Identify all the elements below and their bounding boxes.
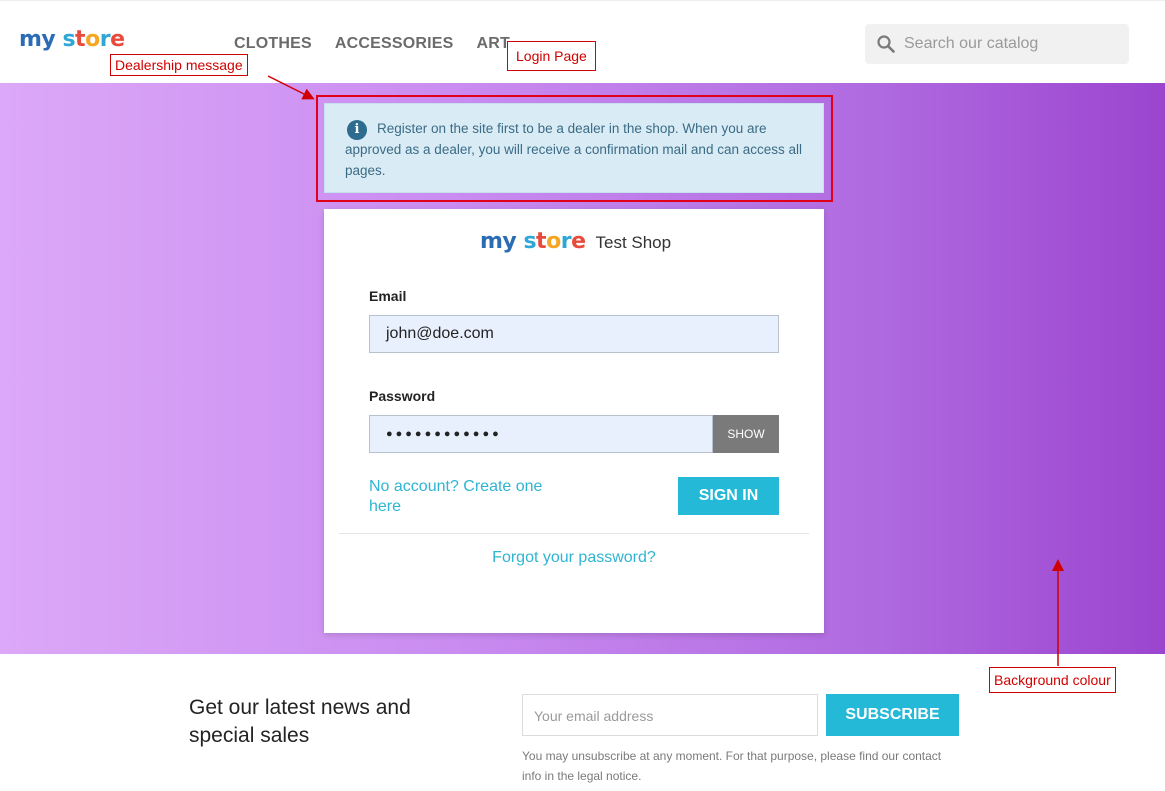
subscribe-button[interactable]: SUBSCRIBE	[826, 694, 959, 736]
logo-my: my	[19, 27, 56, 52]
forgot-password-link[interactable]: Forgot your password?	[324, 549, 824, 567]
annotation-dealership: Dealership message	[110, 54, 248, 76]
divider	[339, 533, 809, 534]
annotation-highlight-box	[316, 95, 833, 202]
search-input[interactable]	[904, 24, 1124, 64]
sign-in-button[interactable]: SIGN IN	[678, 477, 779, 515]
login-card: my store Test Shop Email john@doe.com Pa…	[324, 209, 824, 633]
annotation-login-page: Login Page	[507, 41, 596, 71]
newsletter-note: You may unsubscribe at any moment. For t…	[522, 749, 942, 783]
nav-art[interactable]: ART	[477, 35, 510, 53]
card-brand: my store Test Shop	[480, 229, 671, 254]
logo-store: store	[62, 27, 125, 52]
password-field[interactable]: ●●●●●●●●●●●●	[369, 415, 713, 453]
password-label: Password	[369, 388, 436, 404]
newsletter-email-input[interactable]: Your email address	[522, 694, 818, 736]
annotation-background-colour: Background colour	[989, 667, 1116, 693]
nav-accessories[interactable]: ACCESSORIES	[335, 35, 454, 53]
card-logo: my store	[480, 229, 586, 254]
show-password-button[interactable]: SHOW	[713, 415, 779, 453]
main-nav: CLOTHES ACCESSORIES ART	[234, 35, 510, 53]
email-field[interactable]: john@doe.com	[369, 315, 779, 353]
create-account-link[interactable]: No account? Create one here	[369, 477, 569, 517]
store-logo[interactable]: my store	[19, 27, 125, 52]
newsletter-title: Get our latest news and special sales	[189, 696, 411, 747]
search-icon[interactable]	[876, 34, 896, 54]
shop-name: Test Shop	[595, 233, 672, 252]
email-label: Email	[369, 288, 407, 304]
nav-clothes[interactable]: CLOTHES	[234, 35, 312, 53]
search-box	[865, 24, 1129, 64]
